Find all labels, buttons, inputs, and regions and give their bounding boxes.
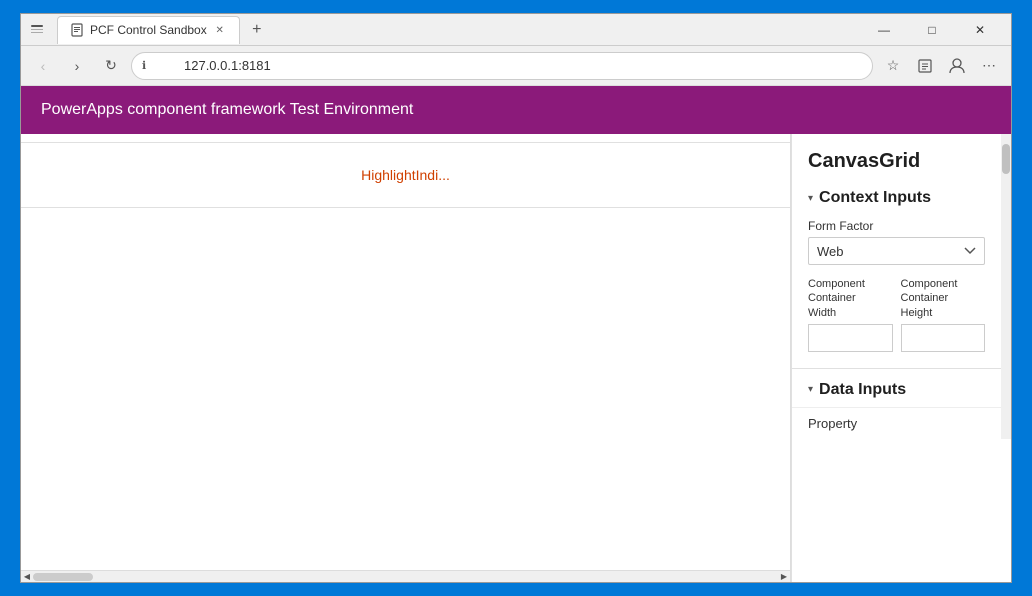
profile-button[interactable] (943, 52, 971, 80)
address-bar: ‹ › ↻ ℹ 127.0.0.1:8181 ☆ (21, 46, 1011, 86)
refresh-button[interactable]: ↻ (97, 52, 125, 80)
top-divider (21, 142, 790, 143)
collections-icon-button[interactable] (911, 52, 939, 80)
height-field: ComponentContainerHeight (901, 277, 986, 352)
scroll-right-arrow[interactable]: ▶ (778, 571, 790, 583)
sidebar-title: CanvasGrid (792, 134, 1001, 181)
lock-icon: ℹ (142, 59, 146, 72)
scrollbar-track (33, 573, 778, 581)
browser-icon (29, 22, 45, 38)
highlight-link[interactable]: HighlightIndi... (21, 151, 790, 199)
context-inputs-title: Context Inputs (819, 189, 931, 207)
section-divider (792, 368, 1001, 369)
url-text: 127.0.0.1:8181 (184, 58, 271, 73)
data-inputs-title: Data Inputs (819, 381, 906, 399)
more-button[interactable]: ⋯ (975, 52, 1003, 80)
title-bar-left: PCF Control Sandbox ✕ + (29, 16, 270, 44)
toolbar-icons: ☆ ⋯ (879, 52, 1003, 80)
title-bar-controls: — □ ✕ (861, 14, 1003, 46)
sidebar: CanvasGrid ▾ Context Inputs Form Factor … (791, 134, 1011, 582)
new-tab-button[interactable]: + (244, 17, 270, 43)
active-tab[interactable]: PCF Control Sandbox ✕ (57, 16, 240, 44)
app-banner: PowerApps component framework Test Envir… (21, 86, 1011, 134)
height-input[interactable] (901, 324, 986, 352)
scrollbar-thumb[interactable] (33, 573, 93, 581)
width-input[interactable] (808, 324, 893, 352)
title-bar: PCF Control Sandbox ✕ + — □ ✕ (21, 14, 1011, 46)
height-label: ComponentContainerHeight (901, 277, 986, 320)
browser-window: PCF Control Sandbox ✕ + — □ ✕ ‹ › ↻ ℹ 12… (20, 13, 1012, 583)
profile-icon (948, 57, 966, 75)
width-field: ComponentContainerWidth (808, 277, 893, 352)
data-inputs-header[interactable]: ▾ Data Inputs (792, 373, 1001, 407)
sidebar-scroll-thumb[interactable] (1002, 144, 1010, 174)
address-field[interactable]: ℹ 127.0.0.1:8181 (131, 52, 873, 80)
back-button[interactable]: ‹ (29, 52, 57, 80)
close-button[interactable]: ✕ (957, 14, 1003, 46)
app-banner-title: PowerApps component framework Test Envir… (41, 101, 413, 119)
tab-page-icon (70, 23, 84, 37)
browser-content: PowerApps component framework Test Envir… (21, 86, 1011, 582)
property-label: Property (808, 416, 857, 431)
context-inputs-header[interactable]: ▾ Context Inputs (792, 181, 1001, 215)
tab-title: PCF Control Sandbox (90, 23, 207, 37)
forward-button[interactable]: › (63, 52, 91, 80)
sidebar-scrollbar[interactable] (1001, 134, 1011, 439)
form-factor-select[interactable]: Web Tablet Phone (808, 237, 985, 265)
width-label: ComponentContainerWidth (808, 277, 893, 320)
context-inputs-chevron: ▾ (808, 193, 813, 204)
favorites-icon-button[interactable]: ☆ (879, 52, 907, 80)
horizontal-scrollbar[interactable]: ◀ ▶ (21, 570, 790, 582)
container-dimensions: ComponentContainerWidth ComponentContain… (808, 277, 985, 352)
property-row: Property (792, 407, 1001, 439)
tab-close-button[interactable]: ✕ (213, 23, 227, 37)
tab-container: PCF Control Sandbox ✕ + (57, 16, 270, 44)
minimize-button[interactable]: — (861, 14, 907, 46)
collections-icon (917, 58, 933, 74)
data-inputs-chevron: ▾ (808, 384, 813, 395)
maximize-button[interactable]: □ (909, 14, 955, 46)
context-inputs-content: Form Factor Web Tablet Phone ComponentCo… (792, 215, 1001, 364)
content-area: HighlightIndi... ◀ ▶ (21, 134, 791, 582)
bottom-divider (21, 207, 790, 208)
form-factor-label: Form Factor (808, 219, 985, 233)
scroll-left-arrow[interactable]: ◀ (21, 571, 33, 583)
main-area: HighlightIndi... ◀ ▶ (21, 134, 1011, 582)
